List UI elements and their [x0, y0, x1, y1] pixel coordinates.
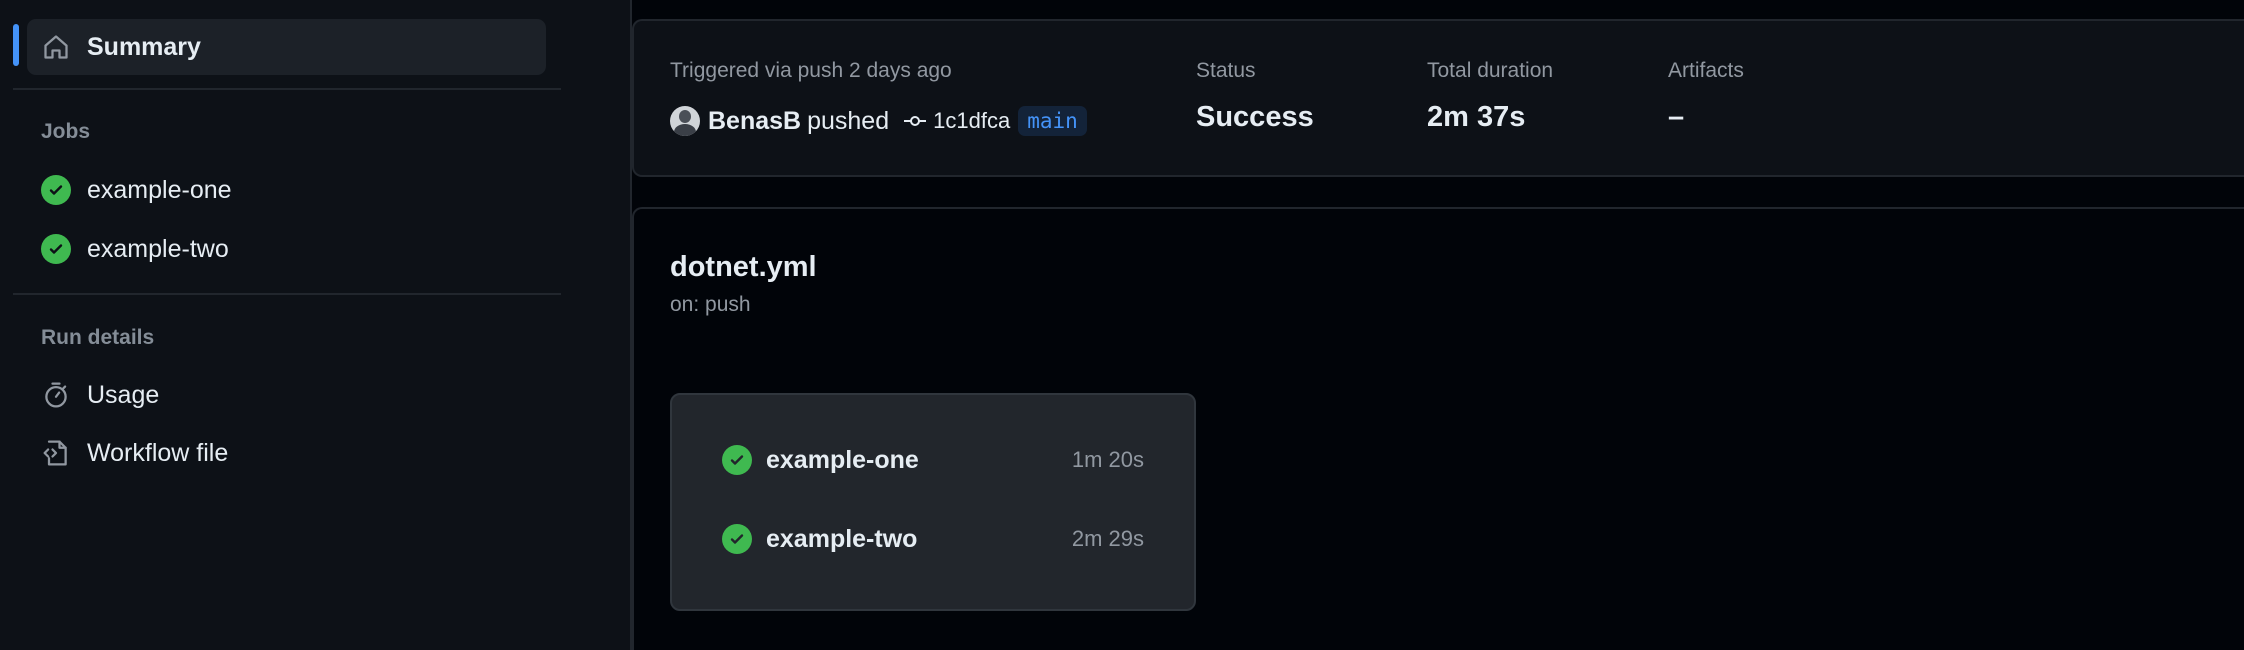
job-name: example-one: [766, 445, 919, 474]
home-icon: [41, 32, 71, 62]
job-group: example-one 1m 20s example-two 2m 29s: [670, 393, 1196, 611]
sidebar-item-job-example-one[interactable]: example-one: [41, 168, 232, 212]
trigger-text: Triggered via push 2 days ago: [670, 59, 952, 82]
job-name: example-two: [766, 524, 918, 553]
sidebar-item-label: Summary: [87, 32, 201, 61]
job-duration: 2m 29s: [1071, 526, 1144, 551]
app-root: Summary Jobs example-one example-two Run…: [0, 0, 2244, 650]
status-label: Status: [1196, 59, 1256, 82]
workflow-graph-card: dotnet.yml on: push example-one 1m 20s e…: [632, 207, 2244, 650]
active-indicator: [13, 24, 19, 66]
stopwatch-icon: [41, 380, 71, 410]
jobs-section-title: Jobs: [41, 120, 91, 143]
action-text: pushed: [807, 106, 890, 135]
commit-sha-link[interactable]: 1c1dfca: [933, 108, 1010, 134]
sidebar-item-job-example-two[interactable]: example-two: [41, 227, 229, 271]
artifacts-label: Artifacts: [1668, 59, 1744, 82]
check-circle-icon: [722, 524, 752, 554]
sidebar-item-summary[interactable]: Summary: [27, 19, 546, 75]
sidebar-item-label: example-one: [87, 175, 232, 204]
file-code-icon: [41, 438, 71, 468]
run-summary-card: Triggered via push 2 days ago BenasB pus…: [632, 19, 2244, 177]
sidebar-divider: [13, 293, 561, 295]
status-value: Success: [1196, 101, 1314, 133]
job-duration: 1m 20s: [1071, 447, 1144, 472]
git-commit-icon: [903, 113, 927, 129]
check-circle-icon: [722, 445, 752, 475]
avatar[interactable]: [670, 106, 700, 136]
duration-label: Total duration: [1427, 59, 1554, 82]
check-circle-icon: [41, 175, 71, 205]
trigger-details: BenasB pushed 1c1dfca main: [670, 103, 1087, 139]
graph-job-example-two[interactable]: example-two 2m 29s: [722, 519, 1144, 559]
branch-badge[interactable]: main: [1018, 106, 1087, 136]
graph-job-example-one[interactable]: example-one 1m 20s: [722, 440, 1144, 480]
sidebar-item-usage[interactable]: Usage: [41, 373, 159, 417]
sidebar-item-summary-content: Summary: [41, 25, 201, 69]
sidebar-item-label: Workflow file: [87, 438, 229, 467]
artifacts-value: –: [1668, 101, 1685, 133]
sidebar-divider: [13, 88, 561, 90]
sidebar-item-label: Usage: [87, 380, 160, 409]
workflow-trigger: on: push: [670, 293, 751, 316]
actor-link[interactable]: BenasB: [708, 107, 801, 136]
check-circle-icon: [41, 234, 71, 264]
sidebar-item-workflow-file[interactable]: Workflow file: [41, 431, 228, 475]
workflow-file-name: dotnet.yml: [670, 251, 817, 283]
run-sidebar: Summary Jobs example-one example-two Run…: [0, 0, 630, 650]
duration-value: 2m 37s: [1427, 101, 1526, 133]
sidebar-item-label: example-two: [87, 234, 229, 263]
run-details-section-title: Run details: [41, 326, 155, 349]
